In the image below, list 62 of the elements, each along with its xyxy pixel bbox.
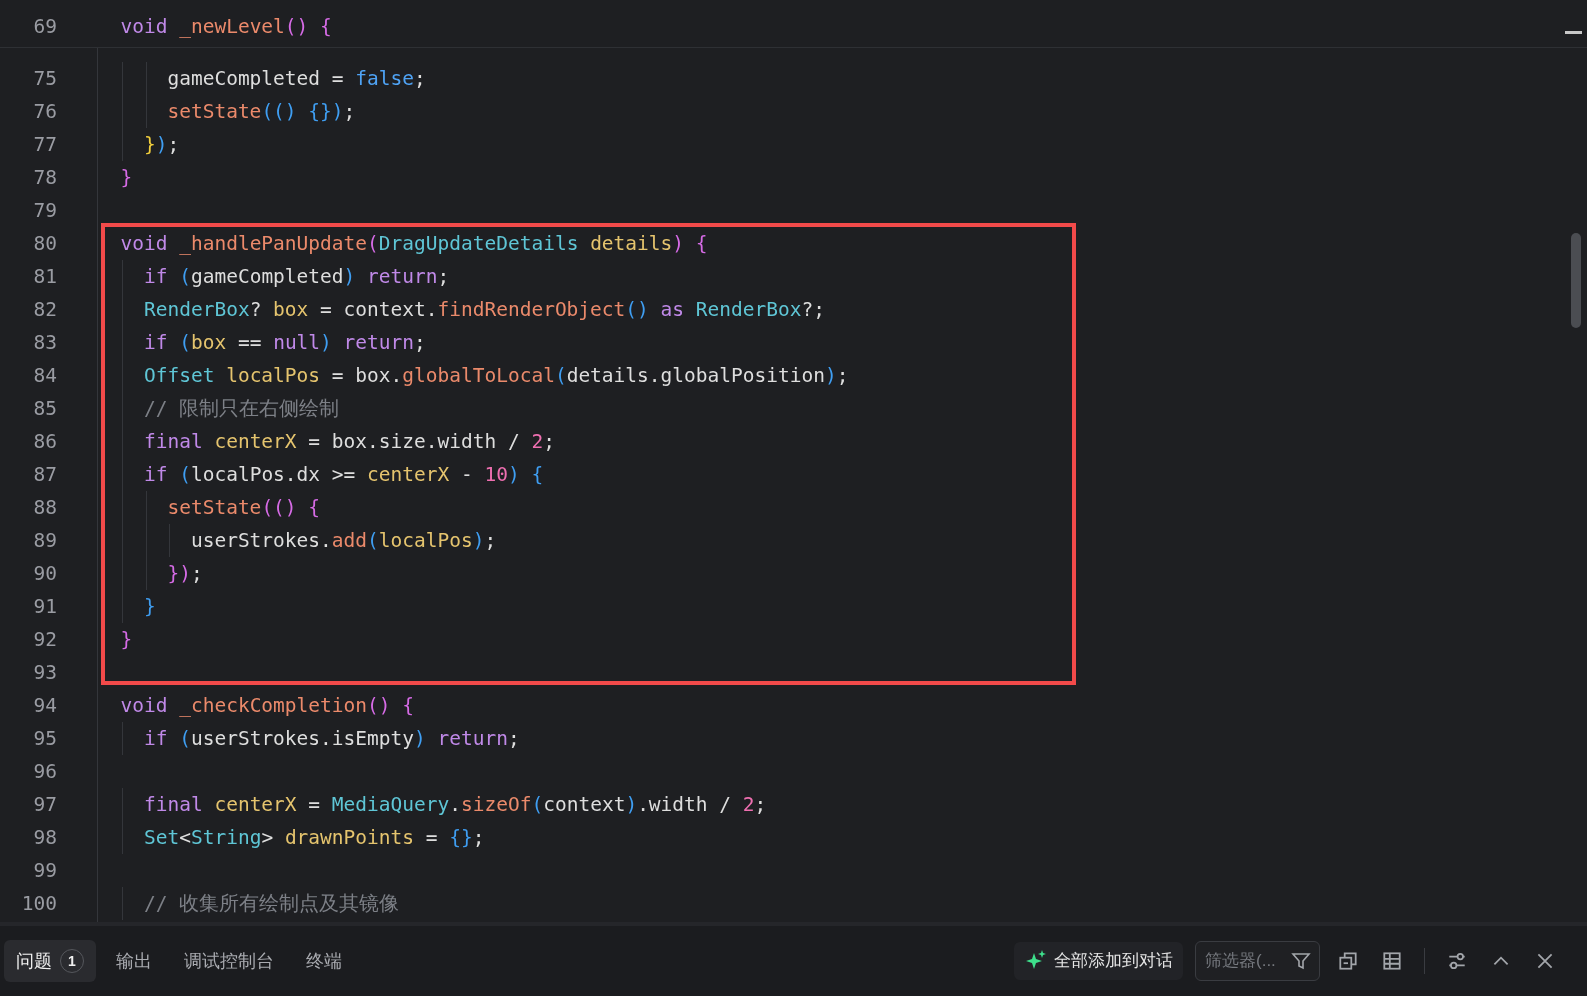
code-line: RenderBox? box = context.findRenderObject() as RenderBox?; (142, 296, 825, 323)
line-number: 100 (21, 890, 57, 917)
code-line: userStrokes.add(localPos); (189, 527, 497, 554)
code-line: if (userStrokes.isEmpty) return; (142, 725, 520, 752)
line-number: 94 (33, 692, 57, 719)
scrollbar-thumb[interactable] (1571, 233, 1581, 328)
line-number: 81 (33, 263, 57, 290)
code-line: Set<String> drawnPoints = {}; (142, 824, 485, 851)
line-number: 75 (33, 65, 57, 92)
line-number: 95 (33, 725, 57, 752)
line-number: 88 (33, 494, 57, 521)
line-number: 83 (33, 329, 57, 356)
panel-tab[interactable]: 问题 1 (4, 940, 96, 982)
line-number: 82 (33, 296, 57, 323)
table-icon[interactable] (1381, 950, 1403, 972)
line-number: 85 (33, 395, 57, 422)
line-number: 78 (33, 164, 57, 191)
code-comment: // 限制只在右侧绘制 (142, 395, 340, 422)
line-number: 89 (33, 527, 57, 554)
filter-field[interactable]: 筛选器(... (1195, 941, 1320, 981)
code-line: void _checkCompletion() { (119, 692, 414, 719)
copy-icon[interactable] (1337, 950, 1359, 972)
code-line: if (box == null) return; (142, 329, 426, 356)
line-number: 79 (33, 197, 57, 224)
code-line: Offset localPos = box.globalToLocal(details.globalPosition); (142, 362, 849, 389)
line-number: 90 (33, 560, 57, 587)
code-line: final centerX = MediaQuery.sizeOf(context).width / 2; (142, 791, 767, 818)
panel-tab[interactable]: 调试控制台 (172, 940, 286, 982)
panel-tab[interactable]: 终端 (294, 940, 354, 982)
line-number: 98 (33, 824, 57, 851)
line-number: 77 (33, 131, 57, 158)
code-line: }); (142, 131, 180, 158)
code-line: } (142, 593, 156, 620)
line-number: 69 (33, 13, 57, 40)
line-number: 92 (33, 626, 57, 653)
settings-icon[interactable] (1446, 950, 1468, 972)
add-all-to-chat-button[interactable]: 全部添加到对话 (1014, 942, 1183, 980)
code-line: } (119, 626, 133, 653)
code-line: }); (166, 560, 203, 587)
code-line: void _newLevel() { (119, 13, 332, 40)
line-number: 97 (33, 791, 57, 818)
code-line: final centerX = box.size.width / 2; (142, 428, 555, 455)
code-line: void _handlePanUpdate(DragUpdateDetails details) { (119, 230, 708, 257)
line-number: 91 (33, 593, 57, 620)
line-number: 96 (33, 758, 57, 785)
code-comment: // 收集所有绘制点及其镜像 (142, 890, 400, 917)
line-number: 76 (33, 98, 57, 125)
code-line: if (localPos.dx >= centerX - 10) { (142, 461, 544, 488)
code-line: if (gameCompleted) return; (142, 263, 450, 290)
code-line: setState(() {}); (166, 98, 356, 125)
code-line: } (119, 164, 133, 191)
panel-tab[interactable]: 输出 (104, 940, 164, 982)
code-line: setState(() { (166, 494, 321, 521)
filter-icon[interactable] (1291, 951, 1311, 971)
line-number: 93 (33, 659, 57, 686)
line-number: 84 (33, 362, 57, 389)
line-number: 80 (33, 230, 57, 257)
code-line: gameCompleted = false; (166, 65, 426, 92)
line-number: 99 (33, 857, 57, 884)
overview-mark (1565, 31, 1582, 34)
line-number: 87 (33, 461, 57, 488)
line-number: 86 (33, 428, 57, 455)
